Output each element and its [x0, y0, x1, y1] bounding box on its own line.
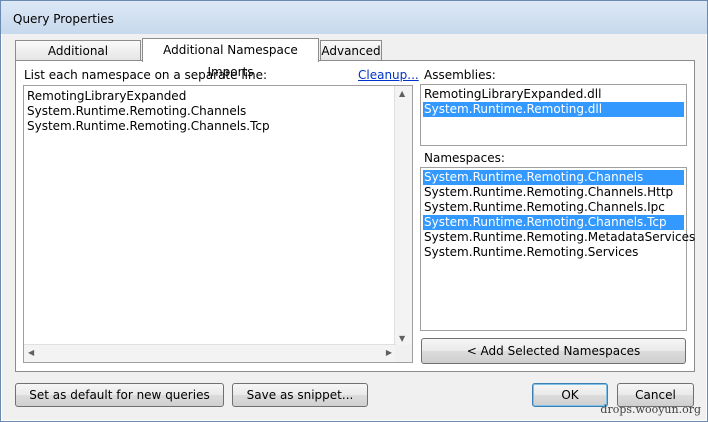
- set-default-button[interactable]: Set as default for new queries: [15, 383, 224, 407]
- query-properties-dialog: Query Properties Additional References A…: [0, 0, 708, 422]
- editor-line: RemotingLibraryExpanded: [27, 89, 187, 103]
- assemblies-listbox[interactable]: RemotingLibraryExpanded.dll System.Runti…: [420, 84, 687, 146]
- scrollbar-corner: [395, 345, 412, 362]
- cleanup-link[interactable]: Cleanup...: [358, 68, 419, 82]
- namespace-item[interactable]: System.Runtime.Remoting.MetadataServices: [423, 230, 695, 245]
- namespaces-label: Namespaces:: [424, 151, 505, 165]
- namespaces-listbox[interactable]: System.Runtime.Remoting.Channels System.…: [420, 167, 695, 331]
- dialog-title: Query Properties: [13, 12, 114, 26]
- assemblies-label: Assemblies:: [424, 68, 496, 82]
- assembly-item-selected[interactable]: System.Runtime.Remoting.dll: [423, 102, 684, 117]
- title-bar[interactable]: Query Properties: [1, 1, 707, 34]
- namespace-item[interactable]: System.Runtime.Remoting.Channels.Http: [423, 185, 684, 200]
- save-snippet-button[interactable]: Save as snippet...: [232, 383, 368, 407]
- editor-horizontal-scrollbar[interactable]: ◀ ▶: [24, 344, 396, 362]
- scroll-left-icon[interactable]: ◀: [28, 348, 34, 357]
- scroll-up-icon[interactable]: ▲: [399, 89, 405, 98]
- watermark: drops.wooyun.org: [600, 403, 701, 416]
- editor-line: System.Runtime.Remoting.Channels: [27, 104, 247, 118]
- ok-button[interactable]: OK: [532, 383, 608, 407]
- editor-vertical-scrollbar[interactable]: ▲ ▼: [394, 86, 412, 346]
- tab-additional-namespace-imports[interactable]: Additional Namespace Imports: [142, 38, 319, 79]
- namespace-item-selected[interactable]: System.Runtime.Remoting.Channels.Tcp: [423, 215, 684, 230]
- namespace-item[interactable]: System.Runtime.Remoting.Channels.Ipc: [423, 200, 684, 215]
- scroll-down-icon[interactable]: ▼: [399, 334, 405, 343]
- scroll-right-icon[interactable]: ▶: [386, 348, 392, 357]
- tab-additional-references[interactable]: Additional References: [15, 40, 141, 79]
- namespace-item[interactable]: System.Runtime.Remoting.Services: [423, 245, 684, 260]
- editor-line: System.Runtime.Remoting.Channels.Tcp: [27, 119, 270, 133]
- namespace-editor[interactable]: RemotingLibraryExpanded System.Runtime.R…: [23, 85, 413, 363]
- assembly-item[interactable]: RemotingLibraryExpanded.dll: [423, 87, 684, 102]
- tab-advanced[interactable]: Advanced: [320, 40, 382, 61]
- add-selected-namespaces-button[interactable]: < Add Selected Namespaces: [421, 338, 686, 364]
- namespace-item-selected[interactable]: System.Runtime.Remoting.Channels: [423, 170, 684, 185]
